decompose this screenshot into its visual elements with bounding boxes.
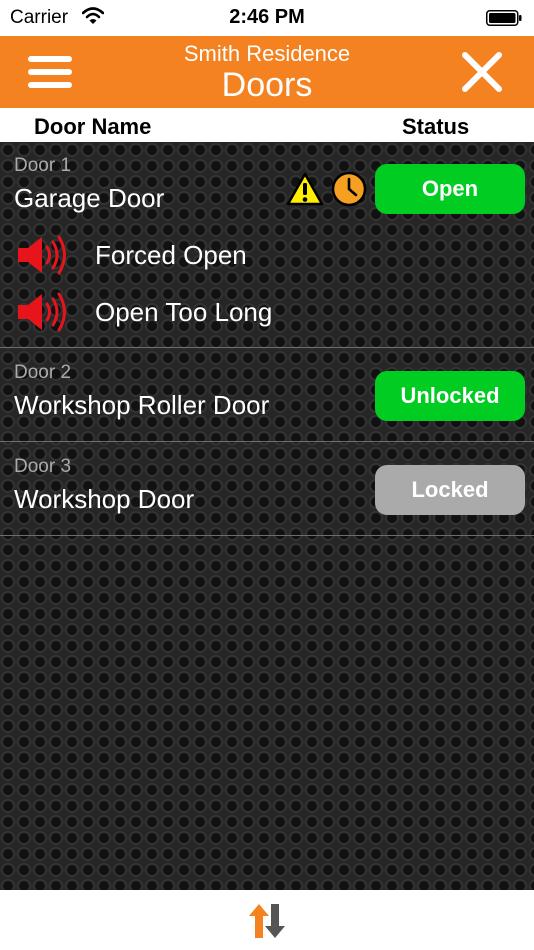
page-title: Doors <box>221 66 313 104</box>
alarm-label: Open Too Long <box>95 297 273 327</box>
door-name: Workshop Door <box>14 484 195 514</box>
status-button-open[interactable]: Open <box>375 164 525 214</box>
alarm-open-too-long: Open Too Long <box>0 287 534 337</box>
door-name: Workshop Roller Door <box>14 390 270 420</box>
status-button-locked[interactable]: Locked <box>375 465 525 515</box>
door-list: Door 1 Garage Door Open Forced Open Open… <box>0 142 534 890</box>
door-number: Door 3 <box>14 456 72 477</box>
alarm-forced-open: Forced Open <box>0 230 534 280</box>
column-header: Door Name Status <box>0 108 534 142</box>
bottom-toolbar <box>0 890 534 950</box>
door-row-2[interactable]: Door 2 Workshop Roller Door Unlocked <box>0 348 534 442</box>
speaker-alarm-icon <box>18 292 66 332</box>
door-number: Door 2 <box>14 362 72 383</box>
door-row-1[interactable]: Door 1 Garage Door Open Forced Open Open… <box>0 142 534 348</box>
column-status: Status <box>402 114 470 139</box>
column-door-name: Door Name <box>34 114 152 139</box>
door-row-3[interactable]: Door 3 Workshop Door Locked <box>0 442 534 536</box>
alarm-label: Forced Open <box>95 240 247 270</box>
door-name: Garage Door <box>14 183 165 213</box>
warning-triangle-icon <box>286 172 324 206</box>
door-number: Door 1 <box>14 155 72 176</box>
nav-subtitle: Smith Residence <box>183 41 351 66</box>
nav-bar: Smith Residence Doors <box>0 36 534 108</box>
sync-arrows-icon[interactable] <box>247 902 287 940</box>
clock-icon <box>331 171 367 207</box>
clock-time: 2:46 PM <box>229 6 305 28</box>
status-button-unlocked[interactable]: Unlocked <box>375 371 525 421</box>
battery-icon <box>486 10 522 26</box>
status-bar: Carrier 2:46 PM <box>0 0 534 36</box>
speaker-alarm-icon <box>18 235 66 275</box>
close-icon[interactable] <box>460 50 504 94</box>
